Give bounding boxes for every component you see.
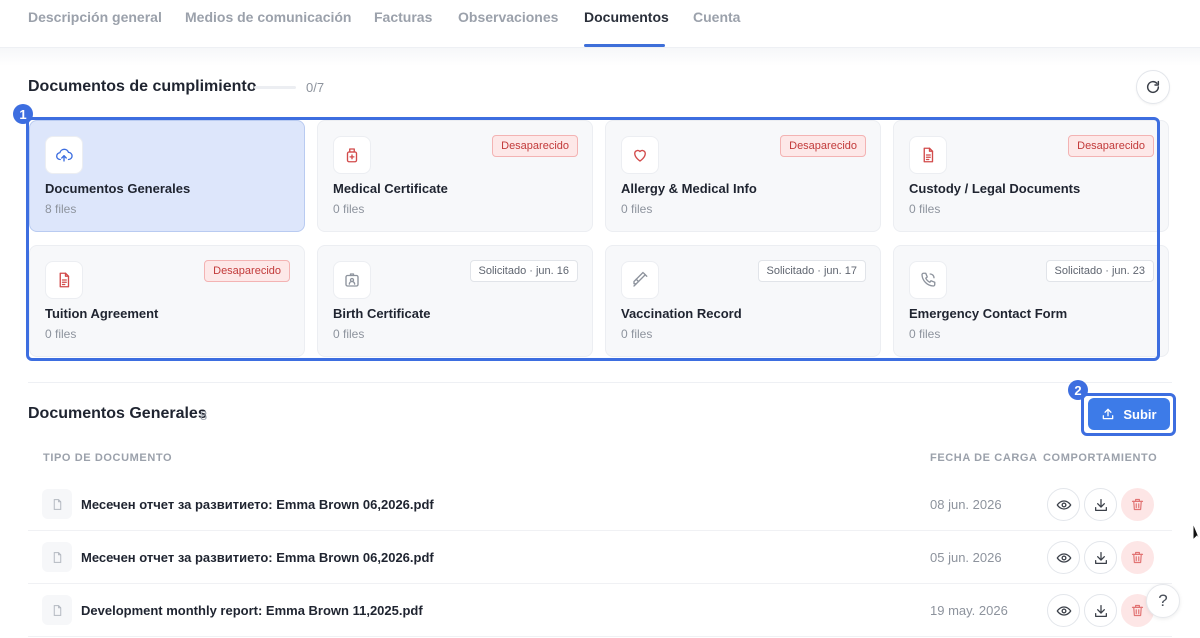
tab-overview[interactable]: Descripción general bbox=[28, 9, 162, 25]
trash-icon bbox=[1131, 551, 1144, 564]
refresh-icon bbox=[1146, 80, 1160, 94]
view-button[interactable] bbox=[1047, 541, 1080, 574]
download-icon bbox=[1094, 604, 1107, 617]
delete-button[interactable] bbox=[1121, 488, 1154, 521]
tab-observations[interactable]: Observaciones bbox=[458, 9, 558, 25]
annotation-badge-2: 2 bbox=[1068, 380, 1088, 400]
column-header-actions: COMPORTAMIENTO bbox=[1043, 452, 1158, 464]
compliance-progress-text: 0/7 bbox=[306, 80, 325, 95]
eye-icon bbox=[1056, 552, 1071, 563]
view-button[interactable] bbox=[1047, 594, 1080, 627]
tab-account[interactable]: Cuenta bbox=[693, 9, 740, 25]
compliance-title: Documentos de cumplimiento bbox=[28, 78, 257, 95]
documents-count: 8 bbox=[200, 408, 208, 423]
file-icon bbox=[42, 542, 72, 572]
documents-title: Documentos Generales bbox=[28, 405, 207, 422]
column-header-date: FECHA DE CARGA bbox=[930, 452, 1038, 464]
download-button[interactable] bbox=[1084, 488, 1117, 521]
tab-bar: Descripción general Medios de comunicaci… bbox=[0, 0, 1200, 48]
table-row: Месечен отчет за развитието: Emma Brown … bbox=[28, 531, 1172, 584]
view-button[interactable] bbox=[1047, 488, 1080, 521]
trash-icon bbox=[1131, 498, 1144, 511]
section-divider bbox=[28, 382, 1172, 383]
trash-icon bbox=[1131, 604, 1144, 617]
file-icon bbox=[42, 595, 72, 625]
tab-invoices[interactable]: Facturas bbox=[374, 9, 432, 25]
file-name[interactable]: Месечен отчет за развитието: Emma Brown … bbox=[81, 550, 434, 565]
help-icon: ? bbox=[1158, 591, 1168, 610]
annotation-badge-1: 1 bbox=[13, 104, 33, 124]
active-tab-indicator bbox=[584, 44, 665, 47]
file-name[interactable]: Месечен отчет за развитието: Emma Brown … bbox=[81, 497, 434, 512]
upload-date: 05 jun. 2026 bbox=[930, 550, 1002, 565]
highlight-box-2 bbox=[1081, 393, 1176, 436]
eye-icon bbox=[1056, 499, 1071, 510]
table-row: Месечен отчет за развитието: Emma Brown … bbox=[28, 478, 1172, 531]
file-name[interactable]: Development monthly report: Emma Brown 1… bbox=[81, 603, 423, 618]
table-row: Development monthly report: Emma Brown 1… bbox=[28, 584, 1172, 637]
download-icon bbox=[1094, 498, 1107, 511]
eye-icon bbox=[1056, 605, 1071, 616]
help-button[interactable]: ? bbox=[1146, 584, 1180, 618]
upload-date: 08 jun. 2026 bbox=[930, 497, 1002, 512]
mouse-cursor bbox=[1192, 522, 1200, 542]
refresh-button[interactable] bbox=[1136, 70, 1170, 104]
delete-button[interactable] bbox=[1121, 541, 1154, 574]
download-button[interactable] bbox=[1084, 594, 1117, 627]
download-icon bbox=[1094, 551, 1107, 564]
upload-date: 19 may. 2026 bbox=[930, 603, 1008, 618]
highlight-box-1 bbox=[26, 117, 1160, 361]
download-button[interactable] bbox=[1084, 541, 1117, 574]
header-shadow bbox=[0, 48, 1200, 66]
column-header-type: TIPO DE DOCUMENTO bbox=[43, 452, 173, 464]
tab-media[interactable]: Medios de comunicación bbox=[185, 9, 351, 25]
compliance-progress-bar bbox=[254, 86, 296, 89]
file-icon bbox=[42, 489, 72, 519]
tab-documents[interactable]: Documentos bbox=[584, 9, 669, 25]
